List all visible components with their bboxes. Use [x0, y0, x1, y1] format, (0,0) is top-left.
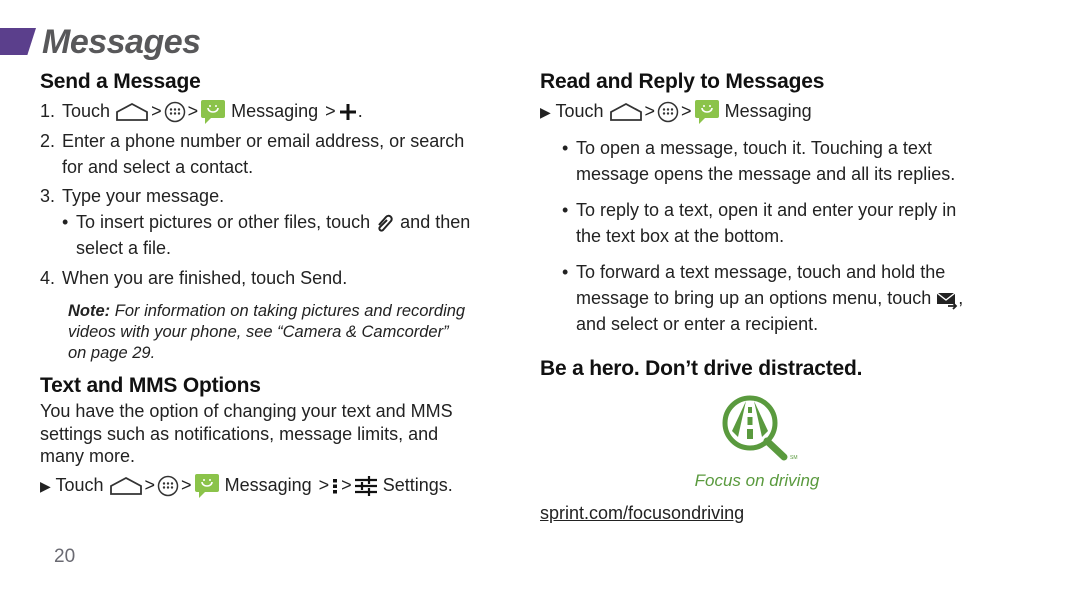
- focus-tagline: Focus on driving: [694, 471, 820, 491]
- options-paragraph: You have the option of changing your tex…: [40, 401, 453, 467]
- step-4: 4. When you are finished, touch Send.: [40, 268, 348, 289]
- step-2: 2. Enter a phone number or email address,…: [40, 131, 465, 152]
- menu-dots-icon: [333, 479, 338, 494]
- messaging-app-icon: [200, 99, 226, 125]
- left-column: Send a Message 1. Touch > > Messaging >. 2…: [40, 70, 520, 499]
- messaging-app-icon: [194, 473, 220, 499]
- step-1: 1. Touch > > Messaging >.: [40, 98, 520, 125]
- apps-icon: [157, 475, 179, 497]
- focusondriving-link[interactable]: sprint.com/focusondriving: [540, 503, 744, 524]
- messaging-app-icon: [694, 99, 720, 125]
- page-title: Messages: [42, 23, 201, 61]
- read-reply-heading: Read and Reply to Messages: [540, 70, 825, 93]
- arrow-icon: ▶: [540, 104, 551, 120]
- settings-sliders-icon: [354, 476, 377, 496]
- note: Note: For information on taking pictures…: [68, 302, 466, 363]
- right-column: Read and Reply to Messages ▶ Touch > > Me…: [540, 70, 1030, 524]
- text-mms-options-heading: Text and MMS Options: [40, 374, 261, 398]
- step-2-continued: for and select a contact.: [62, 157, 254, 178]
- hero-heading: Be a hero. Don’t drive distracted.: [540, 357, 863, 381]
- attach-bullet: To insert pictures or other files, touch…: [40, 209, 520, 261]
- plus-icon: [339, 104, 356, 121]
- forward-bullet: To forward a text message, touch and hol…: [540, 259, 1030, 337]
- open-message-bullet: To open a message, touch it. Touching a …: [540, 135, 1030, 187]
- service-mark: SM: [790, 455, 798, 461]
- home-icon: [609, 102, 643, 122]
- step-3: 3. Type your message.: [40, 186, 225, 207]
- home-icon: [115, 102, 149, 122]
- arrow-icon: ▶: [40, 477, 51, 494]
- send-message-heading: Send a Message: [40, 70, 201, 93]
- forward-mail-icon: [936, 291, 958, 310]
- reply-bullet: To reply to a text, open it and enter yo…: [540, 197, 1030, 249]
- apps-icon: [164, 101, 186, 123]
- options-instruction: ▶ Touch > > Messaging > > Settings.: [40, 472, 520, 499]
- page-number: 20: [54, 546, 76, 567]
- focus-on-driving-logo-icon: SM: [722, 395, 798, 461]
- apps-icon: [657, 101, 679, 123]
- title-accent-block: [0, 28, 36, 55]
- paperclip-icon: [378, 214, 393, 232]
- read-instruction: ▶ Touch > > Messaging: [540, 98, 1030, 125]
- home-icon: [109, 476, 143, 496]
